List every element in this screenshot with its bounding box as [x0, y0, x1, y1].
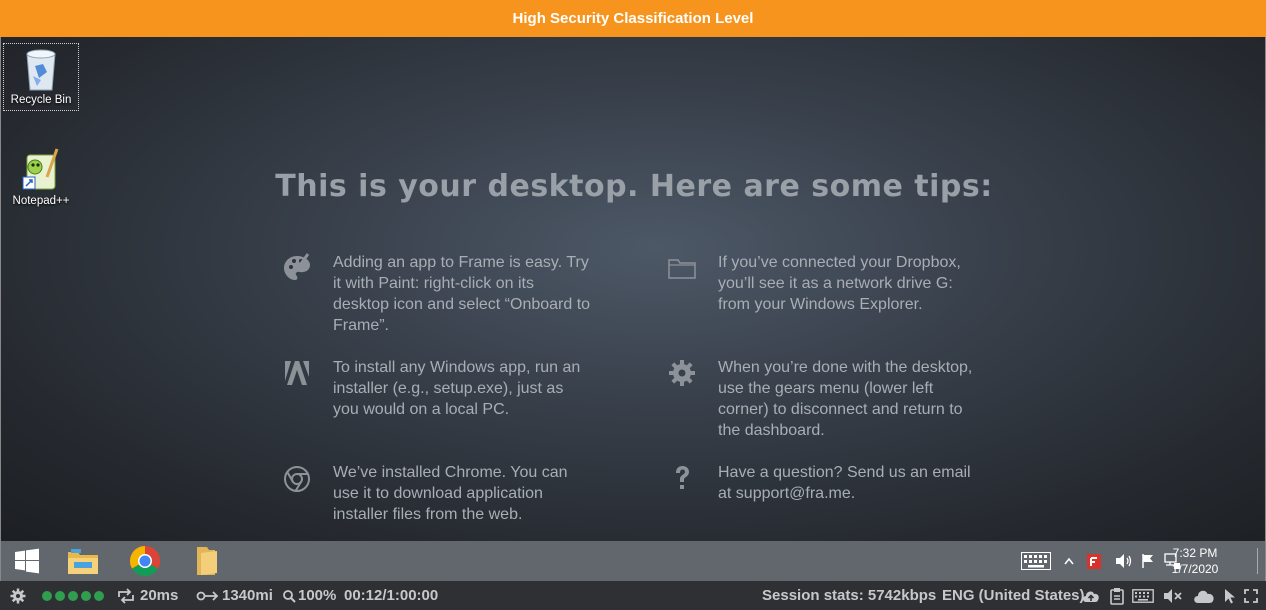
gear-icon	[669, 360, 695, 386]
zoom-readout[interactable]: 100%	[282, 581, 336, 610]
clock-date: 1/7/2020	[1171, 562, 1219, 576]
speaker-icon	[1116, 554, 1132, 568]
tray-frame[interactable]	[1083, 549, 1105, 573]
tray-show-hidden[interactable]	[1061, 549, 1077, 573]
distance-value: 1340mi	[222, 587, 273, 604]
frame-status-bar: 20ms 1340mi 100% 00:12/1:00:00 Session s…	[0, 581, 1266, 610]
tip-question: Have a question? Send us an email at sup…	[666, 462, 971, 512]
taskbar-file-explorer[interactable]	[61, 541, 105, 581]
clipboard-button[interactable]	[1110, 581, 1124, 610]
quality-dot	[55, 590, 65, 601]
show-desktop-line	[1256, 548, 1258, 574]
tip-add-app: Adding an app to Frame is easy. Try it w…	[281, 252, 590, 342]
flag-icon	[1142, 554, 1153, 568]
folder-color-icon	[197, 547, 217, 575]
windows-logo-icon	[15, 548, 39, 574]
taskbar-chrome[interactable]	[123, 541, 167, 581]
frame-app-icon	[1087, 554, 1101, 569]
tip-dropbox-text: If you’ve connected your Dropbox, you’ll…	[718, 254, 961, 313]
folder-icon	[668, 259, 696, 279]
clock-time: 7:32 PM	[1172, 546, 1218, 560]
cloud-storage-button[interactable]	[1192, 581, 1216, 610]
recycle-bin-label: Recycle Bin	[10, 94, 72, 106]
session-stats: Session stats: 5742kbps	[762, 587, 937, 604]
refresh-arrows-icon	[118, 587, 134, 604]
keyboard-icon	[1132, 588, 1154, 603]
upload-button[interactable]	[1081, 581, 1101, 610]
tip-install-app: To install any Windows app, run an insta…	[281, 357, 580, 427]
chrome-icon	[284, 466, 310, 492]
tray-volume[interactable]	[1113, 549, 1135, 573]
tip-gears-menu-text: When you’re done with the desktop, use t…	[718, 359, 973, 439]
keyboard-icon	[1021, 552, 1051, 570]
keyboard-button[interactable]	[1132, 581, 1154, 610]
latency-value: 20ms	[140, 587, 179, 604]
latency-readout: 20ms	[116, 581, 178, 610]
fullscreen-button[interactable]	[1244, 581, 1258, 610]
distance-readout: 1340mi	[196, 581, 273, 610]
settings-gear-button[interactable]	[10, 581, 26, 610]
question-icon	[676, 466, 689, 489]
cloud-upload-icon	[1083, 591, 1099, 602]
tip-question-text: Have a question? Send us an email at sup…	[718, 464, 971, 502]
quality-dot	[81, 590, 91, 601]
cloud-icon	[1194, 590, 1214, 603]
fullscreen-icon	[1244, 588, 1258, 603]
tray-keyboard[interactable]	[1019, 549, 1053, 573]
show-desktop-button[interactable]	[1253, 548, 1261, 574]
security-classification-banner: High Security Classification Level	[0, 0, 1266, 37]
zoom-value: 100%	[298, 587, 337, 604]
quality-dot	[94, 590, 104, 601]
speaker-mute-icon	[1164, 588, 1182, 603]
mute-button[interactable]	[1163, 581, 1183, 610]
file-explorer-icon	[68, 549, 98, 574]
recycle-bin-desktop-icon[interactable]: Recycle Bin	[3, 43, 79, 111]
chrome-color-icon	[129, 546, 161, 577]
palette-icon	[284, 253, 310, 280]
quality-dot	[42, 590, 52, 601]
taskbar: 7:32 PM 1/7/2020	[0, 541, 1266, 581]
pointer-button[interactable]	[1224, 581, 1236, 610]
recycle-bin-icon	[26, 49, 56, 91]
tip-chrome: We’ve installed Chrome. You can use it t…	[281, 462, 571, 532]
clipboard-icon	[1110, 587, 1124, 605]
start-button[interactable]	[7, 541, 47, 581]
desktop[interactable]: Recycle Bin Notepad++ This is your deskt…	[0, 37, 1266, 541]
installer-icon	[285, 361, 309, 385]
taskbar-folder[interactable]	[184, 541, 228, 581]
tips-title: This is your desktop. Here are some tips…	[275, 169, 993, 204]
tip-install-app-text: To install any Windows app, run an insta…	[333, 359, 581, 418]
tip-add-app-text: Adding an app to Frame is easy. Try it w…	[333, 254, 591, 334]
quality-dot	[68, 590, 78, 601]
tray-action-center[interactable]	[1137, 549, 1159, 573]
connection-quality-dots	[42, 581, 107, 610]
cursor-icon	[1225, 588, 1235, 603]
session-time: 00:12/1:00:00	[344, 587, 439, 604]
chevron-up-icon	[1064, 557, 1074, 565]
gear-icon	[10, 588, 26, 603]
tip-dropbox: If you’ve connected your Dropbox, you’ll…	[666, 252, 961, 322]
taskbar-clock[interactable]: 7:32 PM 1/7/2020	[1165, 545, 1225, 577]
tip-gears-menu: When you’re done with the desktop, use t…	[666, 357, 972, 447]
tip-chrome-text: We’ve installed Chrome. You can use it t…	[333, 464, 568, 523]
distance-arrow-icon	[196, 590, 219, 601]
language-indicator[interactable]: ENG (United States)	[942, 581, 1085, 610]
magnifier-icon	[283, 589, 296, 603]
